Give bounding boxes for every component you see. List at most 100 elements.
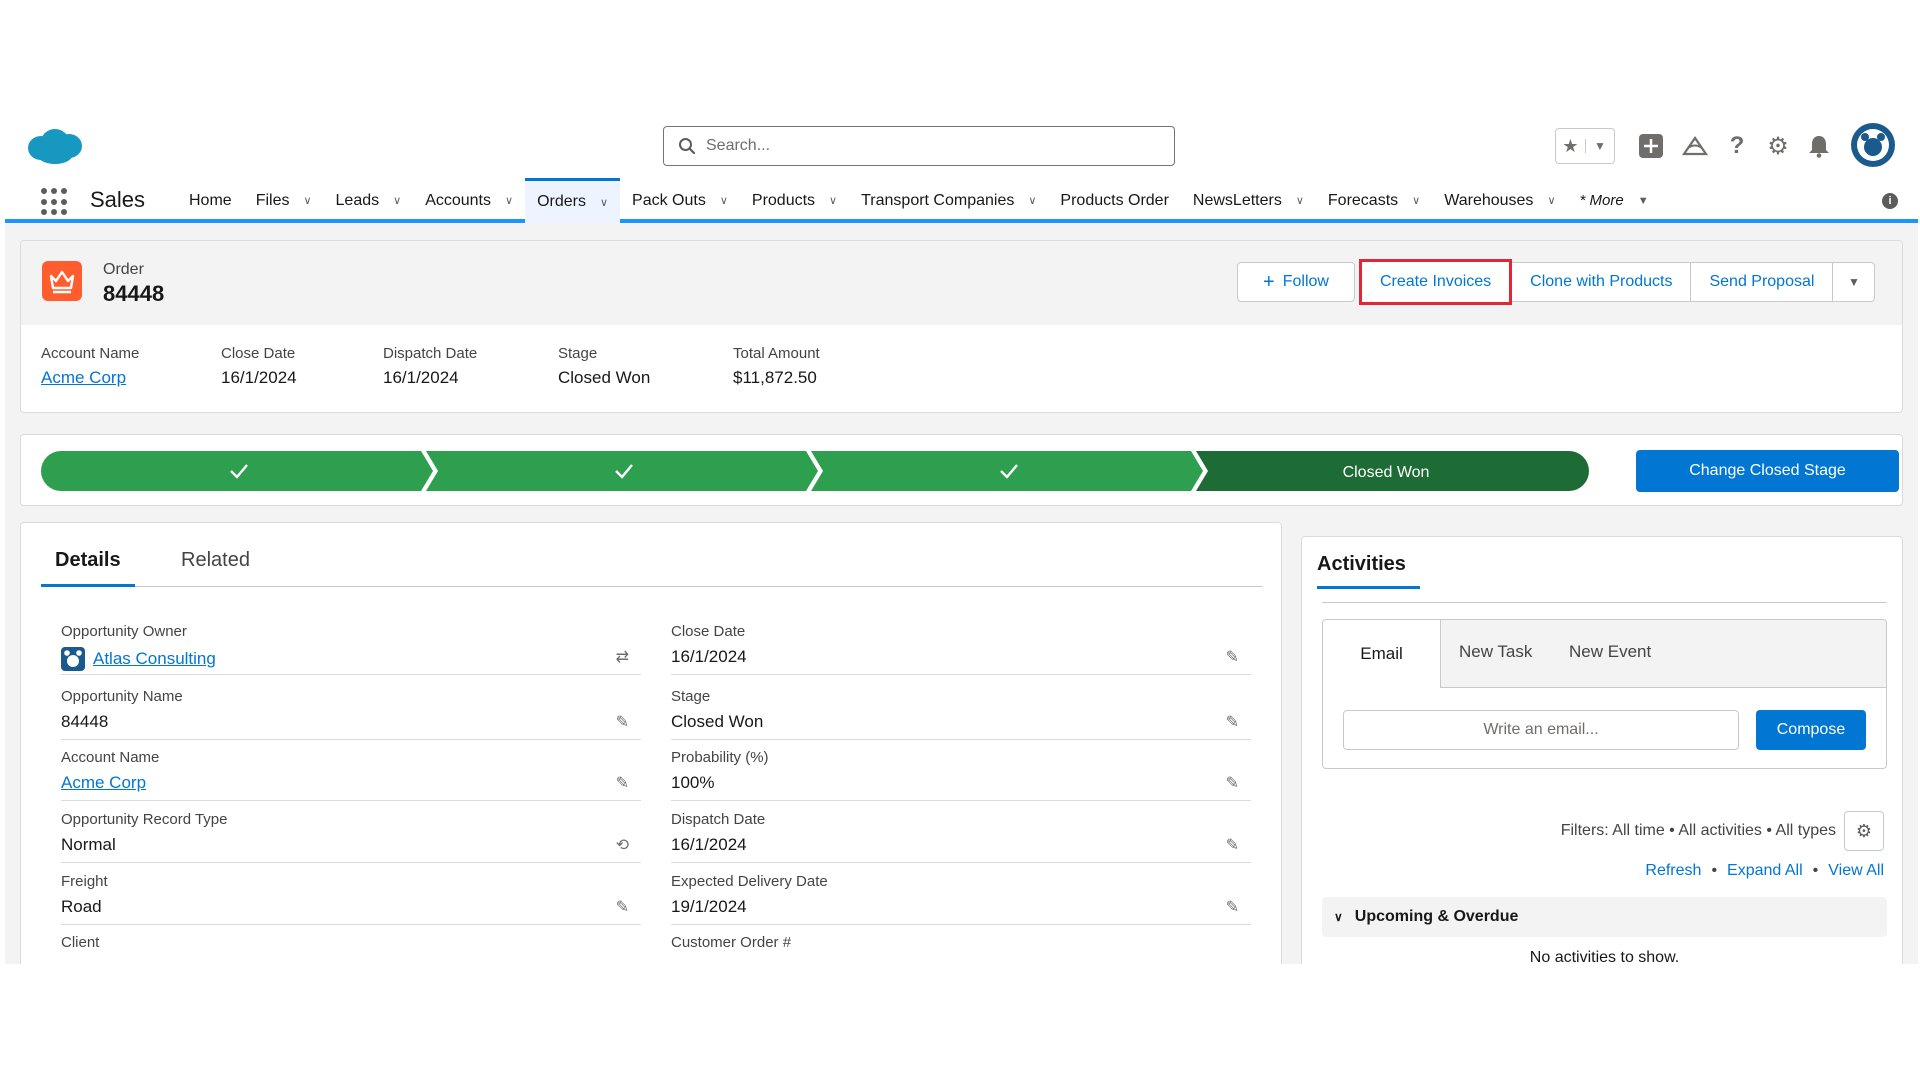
path-step-3[interactable] (811, 451, 1203, 491)
tab-related[interactable]: Related (181, 549, 250, 586)
avatar-icon (1857, 129, 1889, 161)
field-account-name: Account Name Acme Corp ✎ (61, 749, 641, 801)
object-label: Order (103, 261, 144, 278)
record-header: Order 84448 + Follow Create Invoices Clo… (21, 241, 1902, 325)
global-search[interactable] (663, 126, 1175, 166)
field-expected-delivery-date: Expected Delivery Date 19/1/2024 ✎ (671, 873, 1251, 925)
chevron-down-icon[interactable]: ∨ (1028, 194, 1036, 207)
chevron-down-icon[interactable]: ▼ (1585, 139, 1614, 153)
activities-tab[interactable]: Activities (1317, 553, 1420, 589)
search-input[interactable] (706, 137, 1146, 155)
nav-item-transport-companies[interactable]: Transport Companies ∨ (849, 178, 1048, 223)
path-step-1[interactable] (41, 451, 433, 491)
opportunity-owner-link[interactable]: Atlas Consulting (93, 649, 216, 669)
notification-bell-icon[interactable] (1807, 128, 1831, 164)
activity-links: Refresh • Expand All • View All (1645, 862, 1884, 880)
sales-path: Closed Won Change Closed Stage (20, 434, 1903, 506)
user-avatar[interactable] (1851, 123, 1895, 167)
caret-down-icon: ▼ (1847, 275, 1860, 289)
field-close-date: Close Date 16/1/2024 ✎ (671, 623, 1251, 675)
email-input[interactable] (1343, 710, 1739, 750)
chevron-down-icon[interactable]: ∨ (720, 194, 728, 207)
activity-filters-text: Filters: All time • All activities • All… (1560, 822, 1836, 839)
field-customer-order-number: Customer Order # (671, 934, 792, 951)
refresh-link[interactable]: Refresh (1645, 862, 1701, 880)
chevron-down-icon[interactable]: ∨ (1547, 194, 1555, 207)
star-icon[interactable]: ★ (1556, 136, 1585, 157)
caret-down-icon[interactable]: ▼ (1638, 195, 1649, 207)
nav-item-newsletters[interactable]: NewsLetters ∨ (1181, 178, 1316, 223)
nav-item-orders[interactable]: Orders ∨ (525, 178, 621, 223)
nav-item-more[interactable]: * More ▼ (1568, 178, 1661, 223)
separator-dot: • (1711, 862, 1718, 879)
field-client: Client (61, 934, 100, 951)
empty-activities-message: No activities to show. (1529, 949, 1680, 964)
help-icon[interactable]: ? (1725, 128, 1749, 164)
nav-item-pack-outs[interactable]: Pack Outs ∨ (620, 178, 740, 223)
order-icon (42, 261, 82, 301)
global-actions-icon[interactable] (1637, 128, 1665, 164)
clone-with-products-button[interactable]: Clone with Products (1512, 262, 1692, 302)
create-invoices-button[interactable]: Create Invoices (1359, 259, 1513, 305)
path-current-stage-label: Closed Won (1343, 464, 1430, 481)
nav-item-home[interactable]: Home (177, 178, 244, 223)
nav-item-accounts[interactable]: Accounts ∨ (413, 178, 525, 223)
pencil-icon[interactable]: ✎ (616, 712, 629, 732)
pencil-icon[interactable]: ✎ (616, 897, 629, 917)
view-all-link[interactable]: View All (1828, 862, 1884, 880)
trailhead-icon[interactable] (1681, 128, 1709, 164)
chevron-down-icon[interactable]: ∨ (303, 194, 311, 207)
compose-button[interactable]: Compose (1756, 710, 1866, 750)
nav-tabs: Home Files ∨ Leads ∨ Accounts ∨ Orders ∨ Pac… (177, 178, 1661, 223)
gear-icon: ⚙ (1855, 820, 1873, 841)
nav-item-files[interactable]: Files ∨ (244, 178, 324, 223)
more-actions-dropdown[interactable]: ▼ (1833, 262, 1876, 302)
tab-email[interactable]: Email (1323, 620, 1441, 688)
divider (1322, 602, 1887, 603)
field-opportunity-name: Opportunity Name 84448 ✎ (61, 688, 641, 740)
gear-icon[interactable]: ⚙ (1765, 128, 1791, 164)
chevron-down-icon[interactable]: ∨ (393, 194, 401, 207)
change-owner-icon[interactable]: ⇄ (616, 647, 629, 667)
nav-item-forecasts[interactable]: Forecasts ∨ (1316, 178, 1432, 223)
chevron-down-icon[interactable]: ∨ (1296, 194, 1304, 207)
field-freight: Freight Road ✎ (61, 873, 641, 925)
change-closed-stage-button[interactable]: Change Closed Stage (1636, 450, 1899, 492)
pencil-icon[interactable]: ✎ (1226, 773, 1239, 793)
field-probability: Probability (%) 100% ✎ (671, 749, 1251, 801)
pencil-icon[interactable]: ✎ (1226, 647, 1239, 667)
follow-button[interactable]: + Follow (1237, 262, 1355, 302)
tab-details[interactable]: Details (41, 549, 135, 587)
nav-item-leads[interactable]: Leads ∨ (324, 178, 414, 223)
salesforce-logo-icon[interactable] (25, 126, 83, 166)
tab-new-event[interactable]: New Event (1569, 642, 1651, 662)
tab-new-task[interactable]: New Task (1459, 642, 1532, 662)
chevron-down-icon[interactable]: ∨ (1412, 194, 1420, 207)
favorites-button-group[interactable]: ★ ▼ (1555, 128, 1615, 164)
account-name-link[interactable]: Acme Corp (61, 773, 146, 793)
field-dispatch-date: Dispatch Date 16/1/2024 ✎ (671, 811, 1251, 863)
pencil-icon[interactable]: ✎ (616, 773, 629, 793)
nav-item-products-order[interactable]: Products Order (1048, 178, 1180, 223)
upcoming-overdue-section[interactable]: ∨ Upcoming & Overdue (1322, 897, 1887, 937)
filter-settings-button[interactable]: ⚙ (1844, 811, 1884, 851)
account-name-link[interactable]: Acme Corp (41, 368, 139, 388)
expand-all-link[interactable]: Expand All (1727, 862, 1803, 880)
chevron-down-icon[interactable]: ∨ (829, 194, 837, 207)
record-actions: Create Invoices Clone with Products Send… (1359, 259, 1876, 305)
change-record-type-icon[interactable]: ⟲ (616, 835, 629, 855)
pencil-icon[interactable]: ✎ (1226, 712, 1239, 732)
chevron-down-icon[interactable]: ∨ (505, 194, 513, 207)
app-navigation-bar: Sales Home Files ∨ Leads ∨ Accounts ∨ Order… (5, 178, 1918, 223)
record-highlights: Order 84448 + Follow Create Invoices Clo… (20, 240, 1903, 413)
pencil-icon[interactable]: ✎ (1226, 897, 1239, 917)
info-icon[interactable]: i (1882, 193, 1898, 209)
nav-item-products[interactable]: Products ∨ (740, 178, 849, 223)
app-launcher-icon[interactable] (41, 188, 69, 216)
pencil-icon[interactable]: ✎ (1226, 835, 1239, 855)
send-proposal-button[interactable]: Send Proposal (1691, 262, 1834, 302)
path-step-2[interactable] (426, 451, 818, 491)
chevron-down-icon[interactable]: ∨ (600, 196, 608, 209)
nav-item-warehouses[interactable]: Warehouses ∨ (1432, 178, 1567, 223)
highlight-field-dispatch-date: Dispatch Date 16/1/2024 (383, 345, 478, 387)
